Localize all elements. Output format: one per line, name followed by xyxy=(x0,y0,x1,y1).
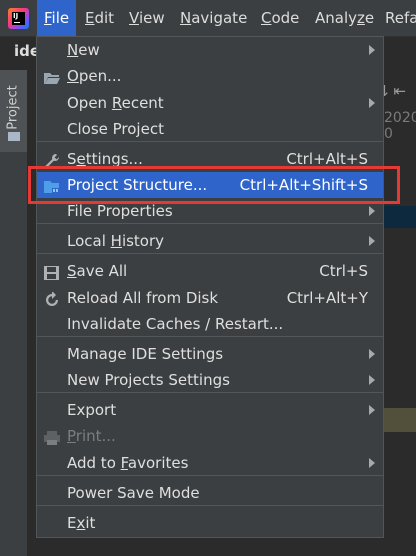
menu-item-label: New Projects Settings xyxy=(67,371,230,389)
save-icon xyxy=(43,263,61,280)
menu-refactor[interactable]: Refa xyxy=(385,0,416,36)
submenu-arrow-icon xyxy=(369,405,375,415)
menu-item-power-save-mode[interactable]: Power Save Mode xyxy=(37,480,383,506)
menu-item-label: Open Recent xyxy=(67,94,164,112)
menu-item-label: Add to Favorites xyxy=(67,454,189,472)
menu-item-shortcut: Ctrl+S xyxy=(319,262,368,280)
menu-item-label: Close Project xyxy=(67,120,164,138)
menu-item-print: Print... xyxy=(37,423,383,449)
menu-item-close-project[interactable]: Close Project xyxy=(37,116,383,142)
menu-item-reload-all-from-disk[interactable]: Reload All from Disk Ctrl+Alt+Y xyxy=(37,285,383,311)
menu-item-open[interactable]: Open... xyxy=(37,63,383,89)
submenu-arrow-icon xyxy=(369,206,375,216)
menu-item-label: Open... xyxy=(67,67,122,85)
menu-item-open-recent[interactable]: Open Recent xyxy=(37,90,383,116)
menu-item-label: Exit xyxy=(67,514,96,532)
menu-navigate[interactable]: Navigate xyxy=(180,0,247,36)
menu-item-label: Print... xyxy=(67,427,116,445)
submenu-arrow-icon xyxy=(369,236,375,246)
menu-item-label: Export xyxy=(67,401,117,419)
menu-edit[interactable]: Edit xyxy=(85,0,114,36)
editor-highlight-band xyxy=(384,408,416,432)
menu-view[interactable]: View xyxy=(129,0,165,36)
menu-bar: IJ File Edit View Navigate Code Analyze … xyxy=(0,0,416,37)
print-icon xyxy=(43,428,61,445)
submenu-arrow-icon xyxy=(369,375,375,385)
menu-item-label: Manage IDE Settings xyxy=(67,345,224,363)
menu-item-new[interactable]: New xyxy=(37,37,383,63)
submenu-arrow-icon xyxy=(369,98,375,108)
menu-item-label: Invalidate Caches / Restart... xyxy=(67,315,284,333)
editor-highlight-band xyxy=(384,206,416,228)
menu-item-label: Save All xyxy=(67,262,128,280)
menu-item-new-projects-settings[interactable]: New Projects Settings xyxy=(37,367,383,393)
menu-item-add-to-favorites[interactable]: Add to Favorites xyxy=(37,450,383,476)
submenu-arrow-icon xyxy=(369,45,375,55)
menu-item-manage-ide-settings[interactable]: Manage IDE Settings xyxy=(37,341,383,367)
menu-item-label: Reload All from Disk xyxy=(67,289,219,307)
reload-icon xyxy=(43,290,61,306)
folder-icon xyxy=(8,132,20,141)
menu-item-export[interactable]: Export xyxy=(37,397,383,423)
file-menu-dropdown: New Open... Open Recent Close Project Settin… xyxy=(36,36,384,538)
menu-item-local-history[interactable]: Local History xyxy=(37,228,383,254)
submenu-arrow-icon xyxy=(369,458,375,468)
menu-code[interactable]: Code xyxy=(261,0,299,36)
intellij-logo-icon[interactable]: IJ xyxy=(8,8,29,29)
project-tool-tab[interactable]: Project xyxy=(0,70,27,152)
menu-item-shortcut: Ctrl+Alt+Y xyxy=(286,289,368,307)
folder-open-icon xyxy=(43,68,61,84)
submenu-arrow-icon xyxy=(369,349,375,359)
menu-item-label: Local History xyxy=(67,232,165,250)
menu-item-exit[interactable]: Exit xyxy=(37,510,383,536)
menu-file[interactable]: File xyxy=(37,0,77,36)
menu-item-label: New xyxy=(67,41,100,59)
menu-item-label: Power Save Mode xyxy=(67,484,200,502)
menu-item-invalidate-caches-restart[interactable]: Invalidate Caches / Restart... xyxy=(37,311,383,337)
editor-text-fragment: 2020-0 xyxy=(384,110,416,142)
menu-item-save-all[interactable]: Save All Ctrl+S xyxy=(37,258,383,284)
annotation-highlight-box xyxy=(28,166,400,204)
menu-analyze[interactable]: Analyze xyxy=(315,0,374,36)
wrench-icon xyxy=(43,151,61,168)
